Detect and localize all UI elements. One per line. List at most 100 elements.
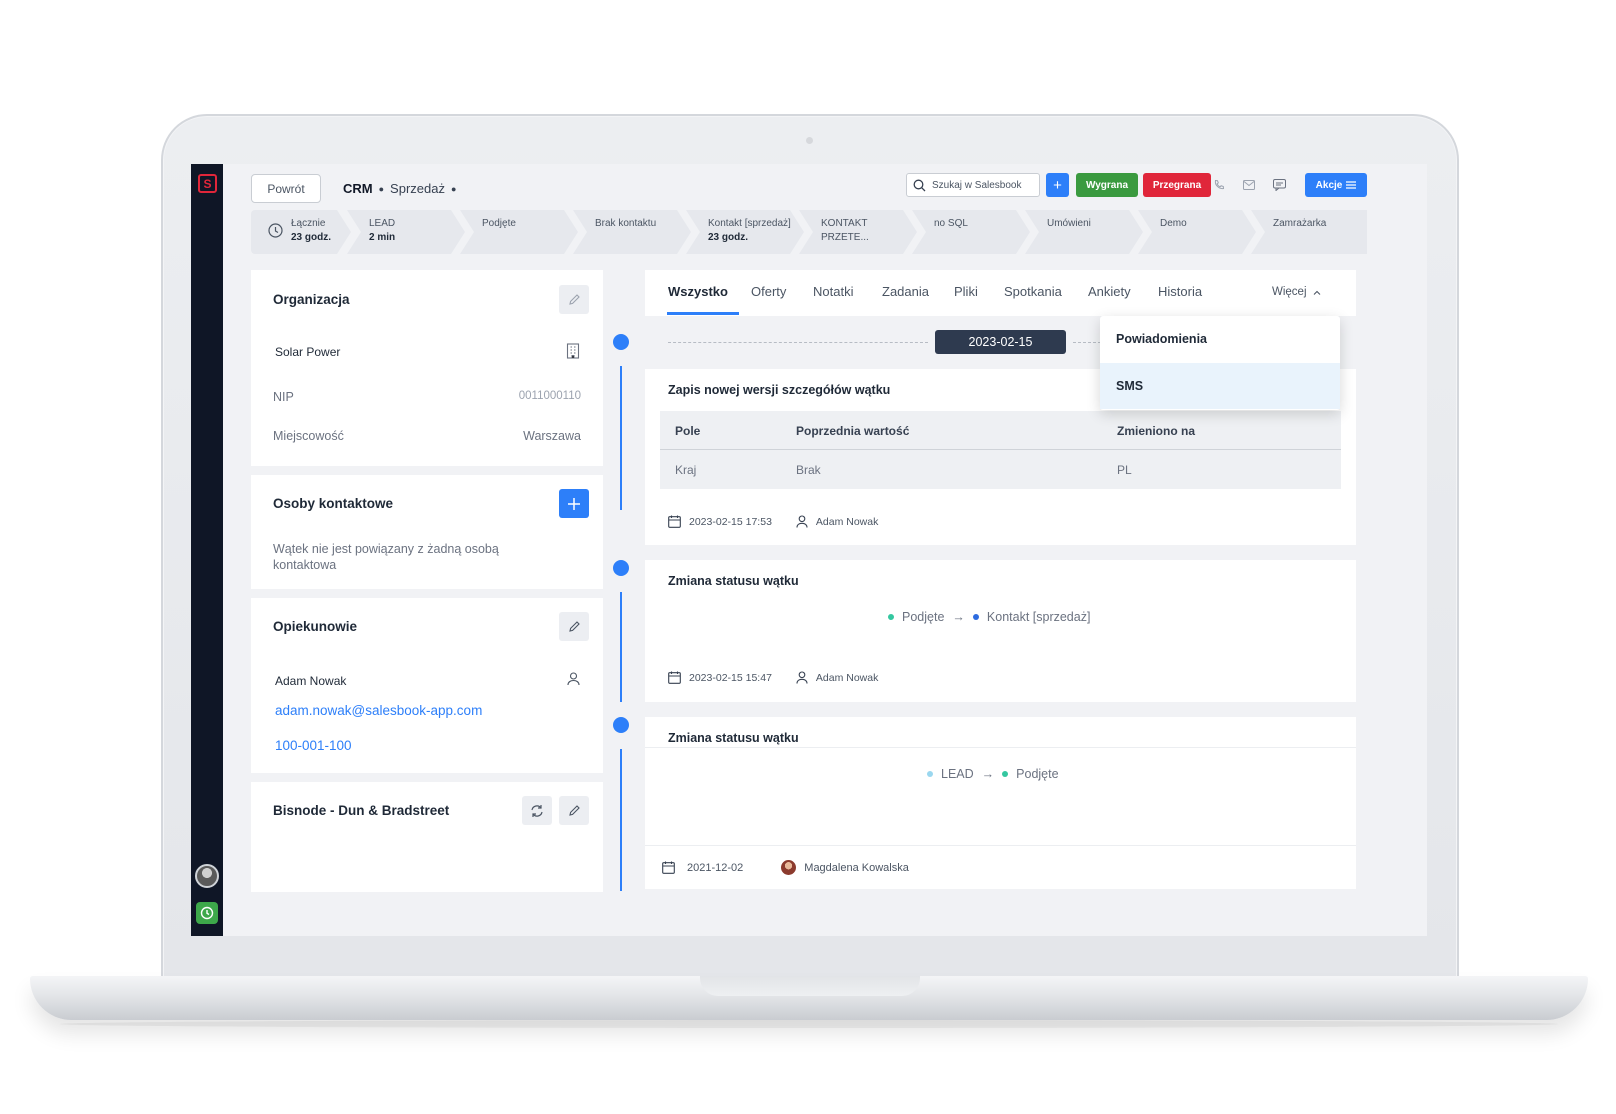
- pipeline-total-value: 23 godz.: [291, 232, 332, 243]
- pipeline-total: Łącznie 23 godz.: [251, 210, 351, 254]
- breadcrumb-crm[interactable]: CRM: [343, 181, 373, 196]
- tab-notatki[interactable]: Notatki: [813, 284, 853, 299]
- lost-button[interactable]: Przegrana: [1143, 173, 1211, 197]
- pipeline-bar: Łącznie 23 godz. LEAD 2 min Podjęte Brak …: [251, 210, 1367, 254]
- entry-user: Adam Nowak: [796, 671, 878, 684]
- tab-more[interactable]: Więcej: [1272, 286, 1321, 298]
- more-dropdown-menu: Powiadomienia SMS: [1100, 316, 1340, 410]
- guardian-name: Adam Nowak: [275, 674, 347, 688]
- edit-organization-button[interactable]: [559, 285, 589, 314]
- organization-name[interactable]: Solar Power: [275, 345, 340, 359]
- user-avatar[interactable]: [195, 864, 219, 888]
- pipeline-stage-brak-kontaktu[interactable]: Brak kontaktu: [573, 210, 691, 254]
- tab-wszystko[interactable]: Wszystko: [668, 284, 728, 299]
- person-icon: [567, 672, 580, 686]
- back-button[interactable]: Powrót: [251, 174, 321, 203]
- camera: [806, 137, 813, 144]
- pipeline-stage-kontakt-przeterminowany[interactable]: KONTAKT PRZETE...: [799, 210, 917, 254]
- app-screen: S Powrót CRM ● Sprzedaż ● Szukaj w Sales…: [191, 164, 1427, 936]
- menu-item-powiadomienia[interactable]: Powiadomienia: [1100, 316, 1340, 362]
- tab-zadania[interactable]: Zadania: [882, 284, 929, 299]
- bisnode-card: Bisnode - Dun & Bradstreet: [251, 782, 603, 892]
- pipeline-stage-kontakt-sprzedaz[interactable]: Kontakt [sprzedaż] 23 godz.: [686, 210, 804, 254]
- status-to: Podjęte: [1016, 767, 1059, 781]
- active-tab-indicator: [667, 312, 739, 315]
- status-dot: [972, 614, 979, 620]
- date-marker: 2023-02-15: [935, 330, 1066, 354]
- plus-icon: [568, 497, 580, 510]
- add-contact-button[interactable]: [559, 489, 589, 518]
- nip-value: 0011000110: [518, 390, 581, 402]
- add-button[interactable]: +: [1046, 173, 1069, 197]
- tab-ankiety[interactable]: Ankiety: [1088, 284, 1131, 299]
- entry-user: Magdalena Kowalska: [781, 860, 909, 875]
- divider: [645, 747, 1356, 748]
- guardians-title: Opiekunowie: [273, 619, 358, 634]
- guardians-card: Opiekunowie Adam Nowak adam.nowak@salesb…: [251, 598, 603, 773]
- calendar-icon: [662, 861, 675, 874]
- tab-spotkania[interactable]: Spotkania: [1004, 284, 1062, 299]
- edit-bisnode-button[interactable]: [559, 796, 589, 825]
- timeline-line: [620, 749, 622, 891]
- pipeline-total-label: Łącznie: [291, 218, 326, 229]
- menu-item-sms[interactable]: SMS: [1100, 363, 1340, 409]
- won-button[interactable]: Wygrana: [1076, 173, 1138, 197]
- column-header: Poprzednia wartość: [796, 424, 910, 438]
- clock-icon[interactable]: [196, 902, 218, 924]
- column-header: Pole: [675, 424, 701, 438]
- stage-time: 23 godz.: [708, 232, 749, 243]
- guardian-phone-link[interactable]: 100-001-100: [275, 738, 352, 753]
- stage-name: no SQL: [934, 218, 968, 229]
- stage-name: Zamrażarka: [1273, 218, 1327, 229]
- actions-label: Akcje: [1315, 179, 1343, 191]
- date-divider: [668, 342, 928, 343]
- person-icon: [796, 515, 808, 528]
- entry-user: Adam Nowak: [796, 515, 878, 528]
- tab-historia[interactable]: Historia: [1158, 284, 1202, 299]
- changes-table: Pole Poprzednia wartość Zmieniono na Kra…: [660, 411, 1341, 489]
- entry-user-name: Magdalena Kowalska: [804, 861, 909, 874]
- stage-name: Kontakt [sprzedaż]: [708, 218, 791, 229]
- mail-icon[interactable]: [1239, 175, 1259, 195]
- status-change: Podjęte → Kontakt [sprzedaż]: [888, 610, 1090, 624]
- edit-guardians-button[interactable]: [559, 612, 589, 641]
- pipeline-stage-no-sql[interactable]: no SQL: [912, 210, 1030, 254]
- pipeline-stage-zamrazarka[interactable]: Zamrażarka: [1251, 210, 1367, 254]
- chevron-up-icon: [1313, 290, 1320, 295]
- stage-name: KONTAKT PRZETE...: [821, 218, 869, 243]
- contacts-empty-text: Wątek nie jest powiązany z żadną osobą k…: [273, 542, 499, 572]
- table-header: Pole Poprzednia wartość Zmieniono na: [660, 411, 1341, 450]
- pipeline-stage-umowieni[interactable]: Umówieni: [1025, 210, 1143, 254]
- pipeline-stage-podjete[interactable]: Podjęte: [460, 210, 578, 254]
- refresh-button[interactable]: [522, 796, 552, 825]
- sms-icon[interactable]: [1269, 175, 1289, 195]
- phone-icon[interactable]: [1209, 175, 1229, 195]
- contacts-title: Osoby kontaktowe: [273, 496, 394, 511]
- actions-button[interactable]: Akcje: [1305, 173, 1367, 197]
- status-to: Kontakt [sprzedaż]: [986, 610, 1091, 624]
- breadcrumb-sales[interactable]: Sprzedaż: [390, 181, 445, 196]
- search-input[interactable]: Szukaj w Salesbook: [906, 173, 1040, 197]
- entry-meta: 2023-02-15 15:47 Adam Nowak: [668, 671, 878, 684]
- salesbook-logo-icon[interactable]: S: [198, 174, 217, 193]
- laptop-notch: [700, 976, 920, 996]
- pencil-icon: [568, 805, 580, 816]
- table-cell: Brak: [796, 463, 821, 477]
- entry-date: 2023-02-15 15:47: [689, 671, 772, 684]
- stage-name: Umówieni: [1047, 218, 1091, 229]
- pipeline-stage-demo[interactable]: Demo: [1138, 210, 1256, 254]
- organization-card: Organizacja Solar Power NIP 0011000110 M…: [251, 270, 603, 466]
- tab-oferty[interactable]: Oferty: [751, 284, 786, 299]
- pipeline-stage-lead[interactable]: LEAD 2 min: [347, 210, 465, 254]
- entry-date: 2021-12-02: [687, 861, 744, 874]
- more-label: Więcej: [1272, 286, 1307, 298]
- stage-name: Podjęte: [482, 218, 516, 229]
- tab-pliki[interactable]: Pliki: [954, 284, 978, 299]
- guardian-email-link[interactable]: adam.nowak@salesbook-app.com: [275, 703, 482, 718]
- menu-icon: [1346, 181, 1357, 189]
- stage-name: Brak kontaktu: [595, 218, 657, 229]
- timeline-line: [620, 592, 622, 702]
- status-from: Podjęte: [902, 610, 945, 624]
- timeline-line: [620, 366, 622, 510]
- entry-user-name: Adam Nowak: [815, 515, 879, 528]
